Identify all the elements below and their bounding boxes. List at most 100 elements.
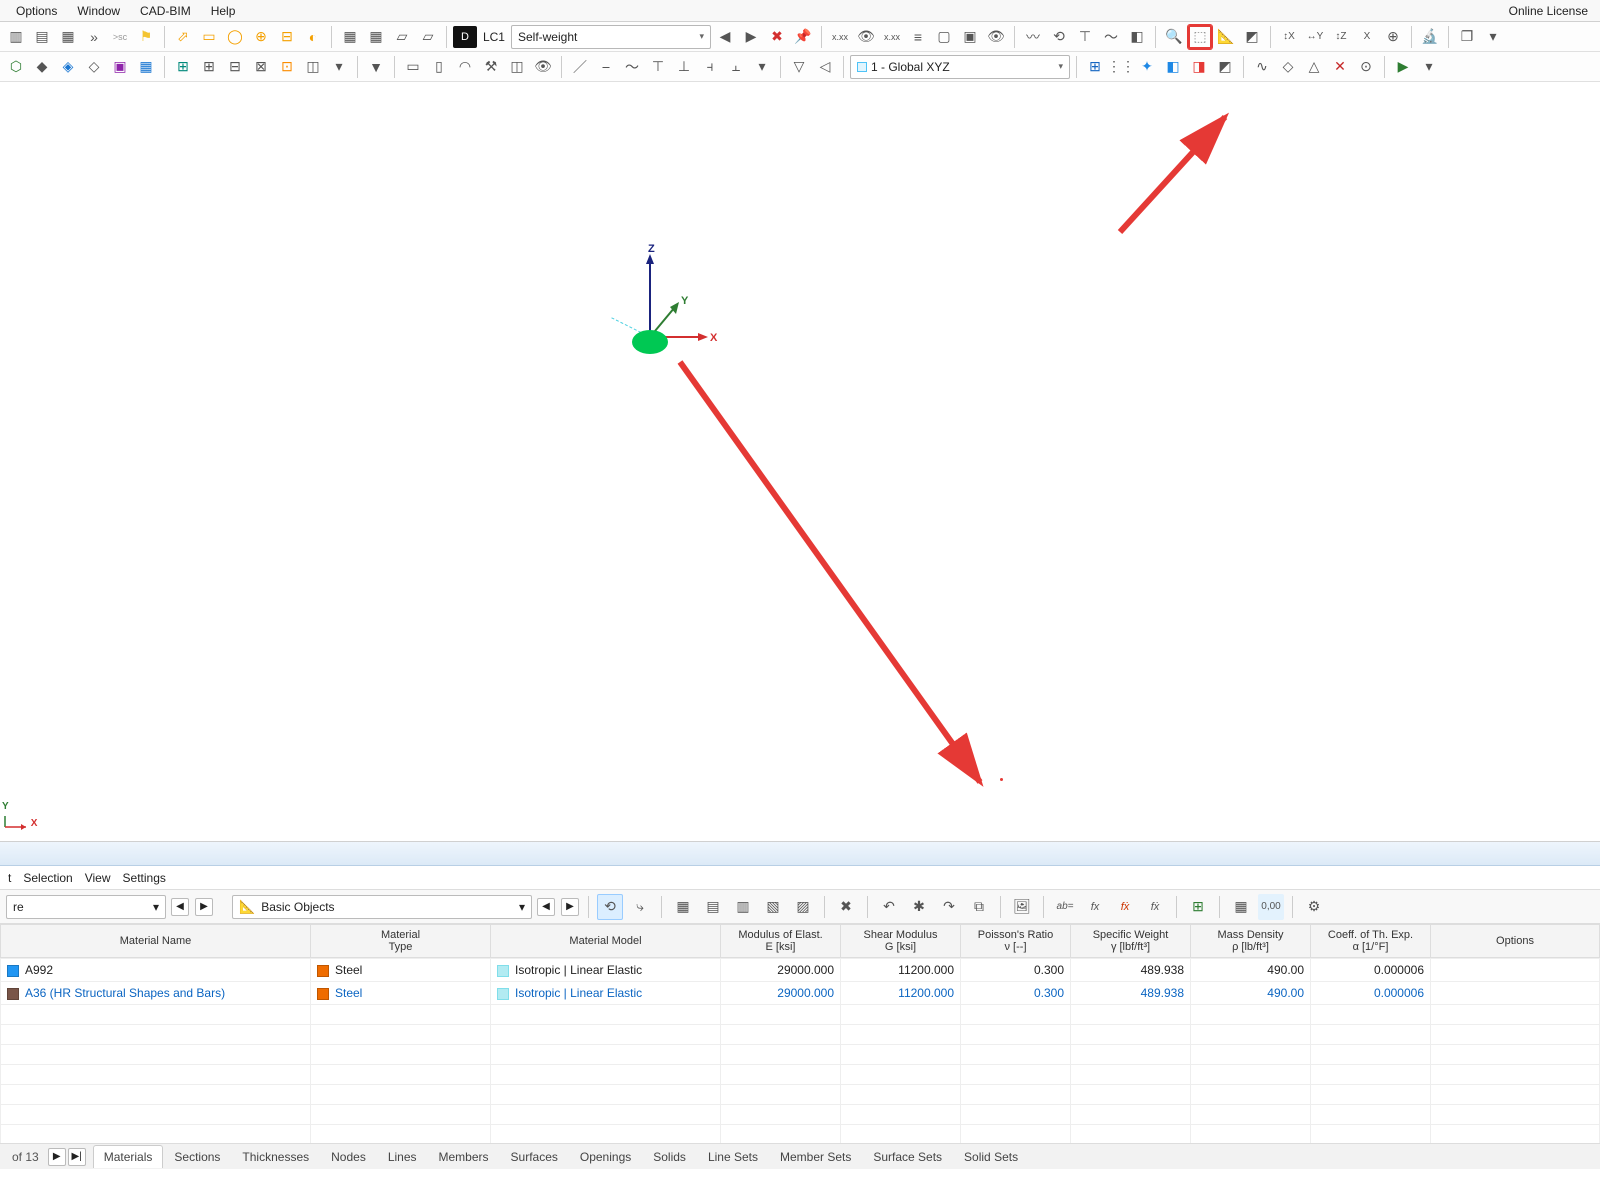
menu-cadbim[interactable]: CAD-BIM bbox=[130, 2, 201, 20]
col-nu[interactable]: Poisson's Ratio ν [--] bbox=[961, 925, 1071, 958]
table-icon-5[interactable]: ▨ bbox=[790, 894, 816, 920]
goto-icon[interactable]: » bbox=[82, 25, 106, 49]
panel-next-2-icon[interactable]: ▶ bbox=[561, 898, 579, 916]
license-status[interactable]: Online License bbox=[1509, 4, 1594, 18]
table-row[interactable] bbox=[1, 1045, 1600, 1065]
table-row[interactable]: A992 Steel Isotropic | Linear Elastic 29… bbox=[1, 959, 1600, 982]
coord-system-dropdown[interactable]: 1 - Global XYZ ▾ bbox=[850, 55, 1070, 79]
calculate-icon[interactable]: ▶ bbox=[1391, 55, 1415, 79]
model-viewport[interactable]: Z X Y Y X bbox=[0, 82, 1600, 842]
tab-line-sets[interactable]: Line Sets bbox=[697, 1145, 769, 1168]
axis-z-icon[interactable]: ↕Z bbox=[1329, 25, 1353, 49]
plane-alt-icon[interactable]: ▱ bbox=[416, 25, 440, 49]
tab-thicknesses[interactable]: Thicknesses bbox=[231, 1145, 320, 1168]
cs-icon-1[interactable]: ⬡ bbox=[4, 55, 28, 79]
view3d-icon[interactable]: ◩ bbox=[1240, 25, 1264, 49]
panel-menu-view[interactable]: View bbox=[85, 871, 111, 885]
undo-icon[interactable]: ↶ bbox=[876, 894, 902, 920]
redo-x-icon[interactable]: ✱ bbox=[906, 894, 932, 920]
tab-member-sets[interactable]: Member Sets bbox=[769, 1145, 862, 1168]
filter-icon[interactable]: ▼ bbox=[364, 55, 388, 79]
col-alpha[interactable]: Coeff. of Th. Exp. α [1/°F] bbox=[1311, 925, 1431, 958]
tab-surfaces[interactable]: Surfaces bbox=[500, 1145, 569, 1168]
result-icon[interactable]: ◧ bbox=[1125, 25, 1149, 49]
cube-isometric-icon[interactable]: ⬚ bbox=[1188, 25, 1212, 49]
select-tool-icon[interactable]: ⤷ bbox=[627, 894, 653, 920]
copy-panel-icon[interactable]: ⧉ bbox=[966, 894, 992, 920]
load-caret-icon[interactable]: ▾ bbox=[750, 55, 774, 79]
col-name[interactable]: Material Name bbox=[1, 925, 311, 958]
table-row[interactable] bbox=[1, 1025, 1600, 1045]
fx3-icon[interactable]: fẋ bbox=[1142, 894, 1168, 920]
panel-menu-settings[interactable]: Settings bbox=[123, 871, 166, 885]
settings-panel-icon[interactable]: ⚙ bbox=[1301, 894, 1327, 920]
tab-openings[interactable]: Openings bbox=[569, 1145, 642, 1168]
flag-icon[interactable]: ⚑ bbox=[134, 25, 158, 49]
tab-nodes[interactable]: Nodes bbox=[320, 1145, 377, 1168]
redo-icon[interactable]: ↷ bbox=[936, 894, 962, 920]
cs-icon-3[interactable]: ◈ bbox=[56, 55, 80, 79]
plane-xy-icon[interactable]: ◧ bbox=[1161, 55, 1185, 79]
panel-menu-selection[interactable]: Selection bbox=[23, 871, 72, 885]
curve-icon[interactable]: 〰 bbox=[1021, 25, 1045, 49]
dim-x2-icon[interactable]: x.xx bbox=[880, 25, 904, 49]
col-rho[interactable]: Mass Density ρ [lb/ft³] bbox=[1191, 925, 1311, 958]
mesh-icon-6[interactable]: ◫ bbox=[301, 55, 325, 79]
sheet-icon[interactable]: ▥ bbox=[4, 25, 28, 49]
target-icon[interactable]: ⊙ bbox=[1354, 55, 1378, 79]
mesh-icon-3[interactable]: ⊟ bbox=[223, 55, 247, 79]
table-row[interactable] bbox=[1, 1005, 1600, 1025]
support-icon[interactable]: ▽ bbox=[787, 55, 811, 79]
table-icon-2[interactable]: ▤ bbox=[700, 894, 726, 920]
pin-icon[interactable]: 📌 bbox=[791, 25, 815, 49]
grid-icon[interactable]: ▦ bbox=[338, 25, 362, 49]
fx1-icon[interactable]: fx bbox=[1082, 894, 1108, 920]
sc-icon[interactable]: >sc bbox=[108, 25, 132, 49]
geom-cube-icon[interactable]: ◫ bbox=[505, 55, 529, 79]
table-icon-3[interactable]: ▥ bbox=[730, 894, 756, 920]
line-icon[interactable]: ／ bbox=[568, 55, 592, 79]
sheet-alt-icon[interactable]: ▤ bbox=[30, 25, 54, 49]
panel-next-1-icon[interactable]: ▶ bbox=[195, 898, 213, 916]
cross-icon[interactable]: ✕ bbox=[1328, 55, 1352, 79]
mesh-icon-1[interactable]: ⊞ bbox=[171, 55, 195, 79]
calc-caret-icon[interactable]: ▾ bbox=[1417, 55, 1441, 79]
dim-eye-icon[interactable]: 👁 bbox=[854, 25, 878, 49]
geom-tool-icon[interactable]: ⚒ bbox=[479, 55, 503, 79]
spring-icon[interactable]: 〜 bbox=[1099, 25, 1123, 49]
tab-surface-sets[interactable]: Surface Sets bbox=[862, 1145, 953, 1168]
tab-lines[interactable]: Lines bbox=[377, 1145, 428, 1168]
select-rect-icon[interactable]: ▭ bbox=[197, 25, 221, 49]
col-E[interactable]: Modulus of Elast. E [ksi] bbox=[721, 925, 841, 958]
table-row[interactable] bbox=[1, 1085, 1600, 1105]
load-case-dropdown[interactable]: Self-weight ▾ bbox=[511, 25, 711, 49]
calendar-icon[interactable]: ▦ bbox=[1228, 894, 1254, 920]
cs-icon-4[interactable]: ◇ bbox=[82, 55, 106, 79]
mesh-icon-4[interactable]: ⊠ bbox=[249, 55, 273, 79]
panel-prev-1-icon[interactable]: ◀ bbox=[171, 898, 189, 916]
decimal-icon[interactable]: 0,00 bbox=[1258, 894, 1284, 920]
dim-x-icon[interactable]: x.xx bbox=[828, 25, 852, 49]
tab-sections[interactable]: Sections bbox=[163, 1145, 231, 1168]
tab-solid-sets[interactable]: Solid Sets bbox=[953, 1145, 1029, 1168]
axis-y-icon[interactable]: ↔Y bbox=[1303, 25, 1327, 49]
plane-yz-icon[interactable]: ◨ bbox=[1187, 55, 1211, 79]
col-type[interactable]: Material Type bbox=[311, 925, 491, 958]
menu-help[interactable]: Help bbox=[201, 2, 246, 20]
triangle-icon[interactable]: △ bbox=[1302, 55, 1326, 79]
axis-c-icon[interactable]: ⊕ bbox=[1381, 25, 1405, 49]
plane-xz-icon[interactable]: ◩ bbox=[1213, 55, 1237, 79]
caret-icon[interactable]: ▾ bbox=[1481, 25, 1505, 49]
menu-window[interactable]: Window bbox=[67, 2, 130, 20]
load-icon-4[interactable]: ⫠ bbox=[724, 55, 748, 79]
table-icon-1[interactable]: ▦ bbox=[670, 894, 696, 920]
mesh-caret-icon[interactable]: ▾ bbox=[327, 55, 351, 79]
col-gamma[interactable]: Specific Weight γ [lbf/ft³] bbox=[1071, 925, 1191, 958]
col-G[interactable]: Shear Modulus G [ksi] bbox=[841, 925, 961, 958]
snap-icon[interactable]: ∿ bbox=[1250, 55, 1274, 79]
deselect-icon[interactable]: ⊟ bbox=[275, 25, 299, 49]
materials-table-body[interactable]: A992 Steel Isotropic | Linear Elastic 29… bbox=[0, 958, 1600, 1143]
load-icon-3[interactable]: ⫞ bbox=[698, 55, 722, 79]
delete-icon[interactable]: ✖ bbox=[833, 894, 859, 920]
select-lasso-icon[interactable]: ◯ bbox=[223, 25, 247, 49]
